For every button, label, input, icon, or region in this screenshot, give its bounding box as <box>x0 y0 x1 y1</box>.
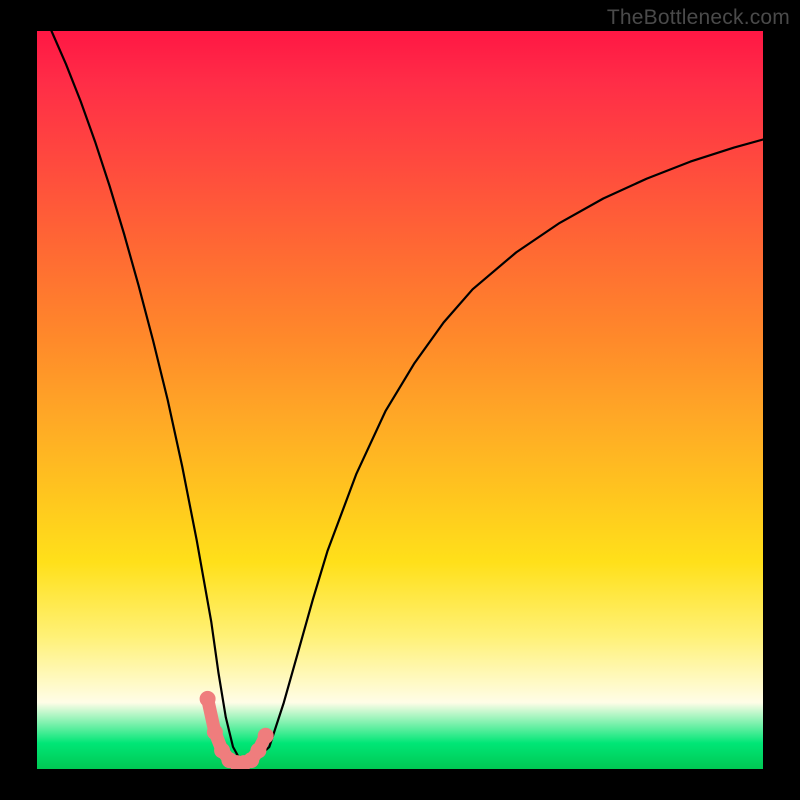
marker-dot <box>250 743 266 759</box>
bottleneck-curve <box>52 31 764 762</box>
marker-dot <box>200 691 216 707</box>
watermark-text: TheBottleneck.com <box>607 6 790 30</box>
chart-frame: TheBottleneck.com <box>0 0 800 800</box>
marker-dot <box>207 724 223 740</box>
curve-svg <box>37 31 763 769</box>
plot-area <box>37 31 763 769</box>
marker-dot <box>258 728 274 744</box>
marker-cluster <box>200 691 274 769</box>
